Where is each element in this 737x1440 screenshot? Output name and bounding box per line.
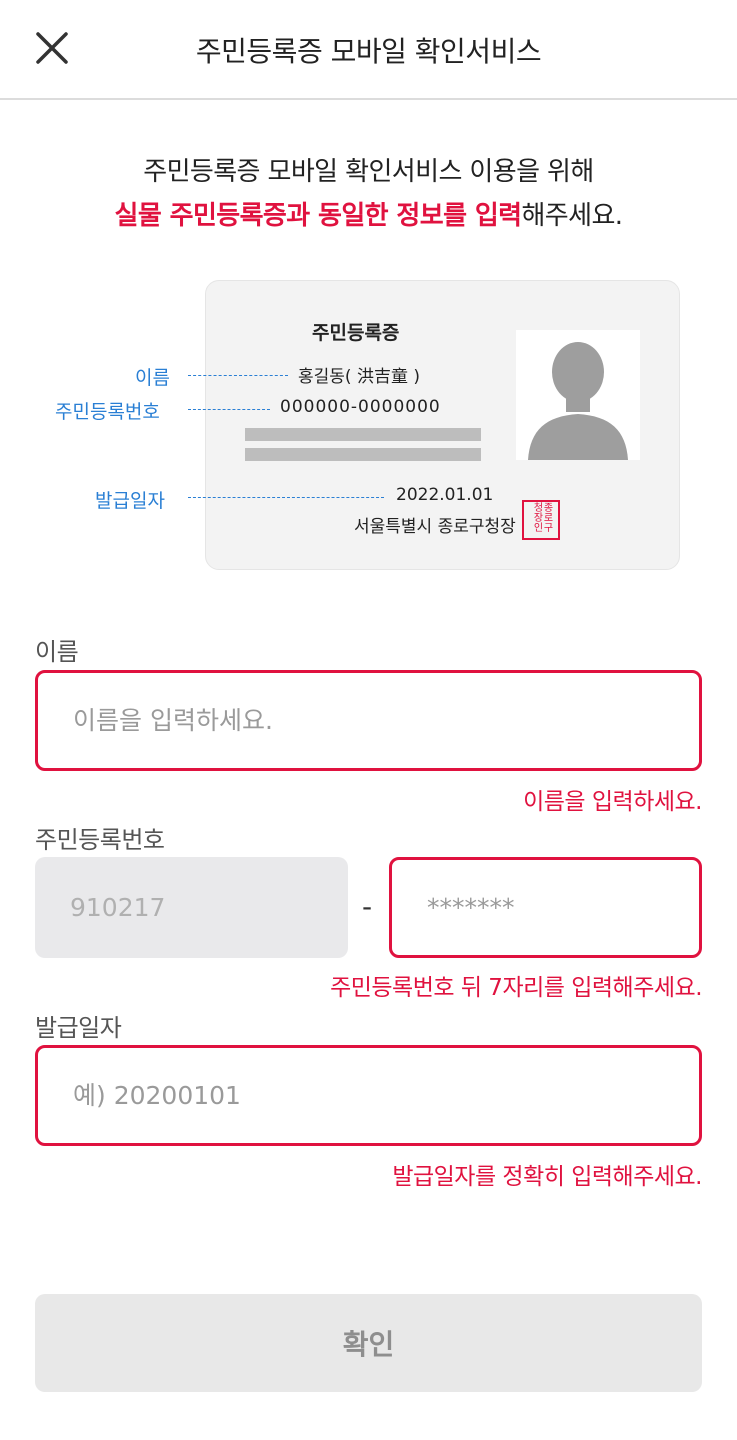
card-photo	[516, 330, 640, 460]
card-title: 주민등록증	[312, 322, 400, 344]
card-redacted-bar	[245, 428, 481, 441]
card-redacted-bar	[245, 448, 481, 461]
confirm-button[interactable]: 확인	[35, 1294, 702, 1392]
rrn-front-input[interactable]	[35, 857, 348, 958]
rrn-front-box	[35, 857, 348, 958]
issue-date-label: 발급일자	[35, 1014, 122, 1042]
rrn-back-box	[389, 857, 702, 958]
intro-line-2-rest: 해주세요.	[521, 201, 623, 231]
name-field-box	[35, 670, 702, 771]
card-issue-date: 2022.01.01	[396, 485, 494, 505]
intro-line-1: 주민등록증 모바일 확인서비스 이용을 위해	[143, 157, 594, 187]
name-error: 이름을 입력하세요.	[523, 789, 702, 815]
card-rrn: 000000-0000000	[280, 397, 441, 417]
official-seal: 종로구청장인	[522, 500, 560, 540]
guide-line-issue-date	[188, 497, 384, 498]
issue-date-input[interactable]	[38, 1048, 699, 1143]
app-header: 주민등록증 모바일 확인서비스	[0, 0, 737, 100]
issue-date-error: 발급일자를 정확히 입력해주세요.	[392, 1164, 702, 1190]
rrn-label: 주민등록번호	[35, 826, 165, 854]
guide-label-name: 이름	[135, 367, 170, 389]
name-label: 이름	[35, 638, 79, 666]
card-name: 홍길동( 洪吉童 )	[298, 367, 420, 387]
guide-line-name	[188, 375, 288, 376]
card-issuer: 서울특별시 종로구청장	[354, 517, 516, 537]
guide-label-issue-date: 발급일자	[95, 490, 165, 512]
intro-highlight: 실물 주민등록증과 동일한 정보를 입력	[114, 201, 523, 231]
intro-line-2: 실물 주민등록증과 동일한 정보를 입력해주세요.	[0, 194, 737, 238]
name-input[interactable]	[38, 673, 699, 768]
intro-text: 주민등록증 모바일 확인서비스 이용을 위해 실물 주민등록증과 동일한 정보를…	[0, 150, 737, 238]
rrn-error: 주민등록번호 뒤 7자리를 입력해주세요.	[330, 975, 702, 1001]
rrn-back-input[interactable]	[392, 860, 699, 955]
seal-text: 종로구청장인	[531, 502, 552, 532]
page-title: 주민등록증 모바일 확인서비스	[195, 35, 542, 68]
guide-label-rrn: 주민등록번호	[55, 401, 160, 423]
issue-date-field-box	[35, 1045, 702, 1146]
rrn-separator: -	[362, 890, 373, 923]
person-silhouette-icon	[528, 342, 628, 460]
guide-line-rrn	[188, 409, 270, 410]
